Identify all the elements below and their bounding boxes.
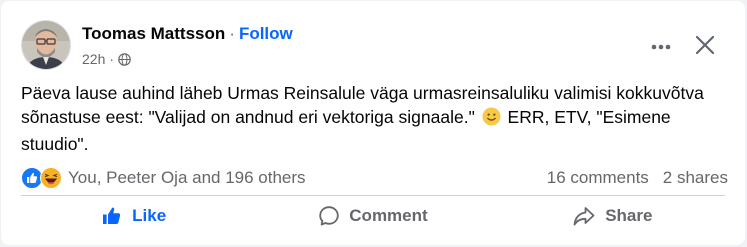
close-button[interactable] [691,31,719,59]
author-name[interactable]: Toomas Mattsson [82,24,225,43]
author-separator: · [229,24,235,43]
post-actions: Like Comment Share [14,198,732,234]
share-button[interactable]: Share [493,198,732,234]
post-text: Päeva lause auhind läheb Urmas Reinsalul… [21,81,733,156]
author-avatar[interactable] [21,20,71,70]
author-line: Toomas Mattsson · Follow [82,23,293,45]
like-label: Like [132,206,167,225]
post-meta: 22h · [82,51,131,67]
comment-button[interactable]: Comment [253,198,492,234]
reaction-summary-text: You, Peeter Oja and 196 others [68,168,306,187]
post-card: Toomas Mattsson · Follow 22h · Päeva lause… [1,1,745,245]
slightly-smiling-face-emoji [482,107,501,132]
like-icon [103,207,121,224]
globe-icon[interactable] [118,52,131,66]
shares-count[interactable]: 2 shares [663,168,728,187]
reaction-icons [21,167,62,189]
more-options-button[interactable] [645,35,677,55]
haha-reaction-icon [40,167,62,189]
meta-separator: · [109,51,115,67]
post-timestamp[interactable]: 22h [82,51,105,67]
share-icon [573,207,595,226]
engagement-counts: 16 comments 2 shares [547,168,728,188]
more-dots-icon [651,44,671,50]
reactions-summary[interactable]: You, Peeter Oja and 196 others [21,167,306,189]
follow-button[interactable]: Follow [239,24,293,43]
close-icon [695,35,715,55]
comment-icon [319,206,339,226]
actions-divider [21,195,725,196]
avatar-image [22,21,70,69]
smiley-icon [482,107,501,126]
like-button[interactable]: Like [14,198,253,234]
comments-count[interactable]: 16 comments [547,168,649,187]
share-label: Share [605,206,653,225]
comment-label: Comment [349,206,428,225]
